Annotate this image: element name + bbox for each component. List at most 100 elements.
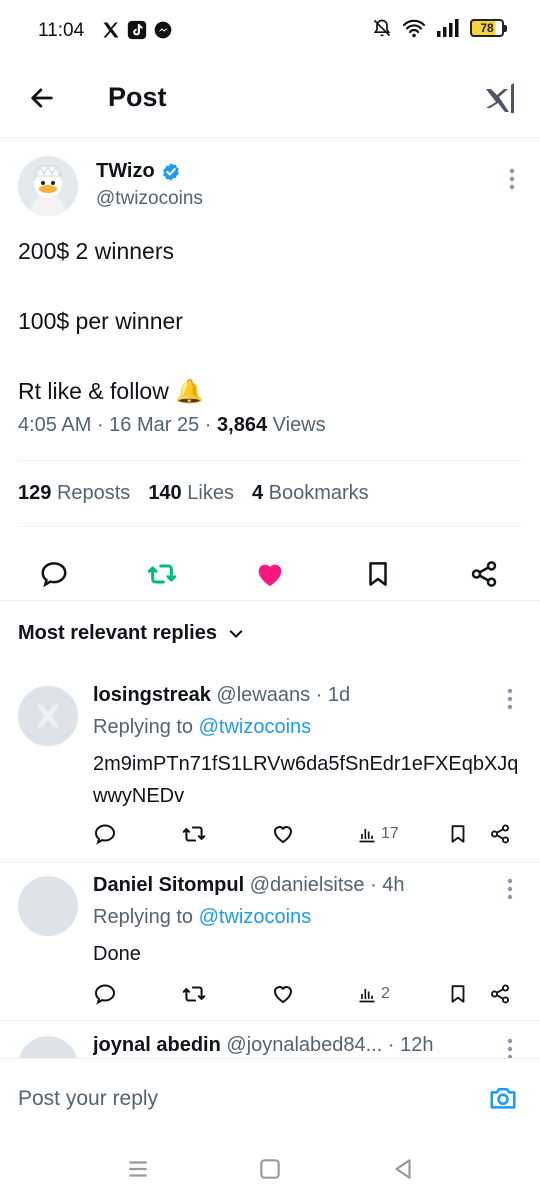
views-button[interactable]: 17 xyxy=(357,820,399,848)
replying-prefix: Replying to xyxy=(93,906,194,928)
replying-to: Replying to @twizocoins xyxy=(93,716,311,739)
duck-avatar-icon xyxy=(18,156,78,216)
bookmark-button[interactable] xyxy=(447,980,469,1008)
reply-views-count: 17 xyxy=(381,825,399,842)
reply-item[interactable]: joynal abedin @joynalabed84... · 12h xyxy=(0,1020,540,1058)
views-chart-icon xyxy=(359,989,375,1003)
like-button[interactable] xyxy=(254,558,286,590)
repost-button[interactable] xyxy=(181,980,207,1008)
grok-button[interactable] xyxy=(482,80,518,116)
reply-button[interactable] xyxy=(93,820,117,848)
chevron-down-icon xyxy=(229,629,243,638)
reply-header: Daniel Sitompul @danielsitse · 4h xyxy=(93,874,513,897)
reply-icon xyxy=(94,984,116,1005)
page-title: Post xyxy=(108,82,167,112)
views-count: 3,864 xyxy=(217,414,268,436)
bookmarks-stat[interactable]: 4 Bookmarks xyxy=(252,482,369,505)
heart-icon xyxy=(273,826,293,844)
share-icon xyxy=(471,561,497,587)
reply-button[interactable] xyxy=(93,980,117,1008)
camera-button[interactable] xyxy=(488,1083,518,1113)
author-handle[interactable]: @twizocoins xyxy=(96,188,203,210)
reply-avatar[interactable] xyxy=(18,876,78,936)
author-name[interactable]: TWizo xyxy=(96,160,181,183)
share-button[interactable] xyxy=(489,820,511,848)
reply-views-count: 2 xyxy=(381,985,390,1002)
bookmark-icon xyxy=(451,985,465,1003)
reply-author-name[interactable]: losingstreak xyxy=(93,684,211,706)
share-button[interactable] xyxy=(468,558,500,590)
replying-prefix: Replying to xyxy=(93,716,194,738)
more-options-icon[interactable] xyxy=(508,168,516,190)
like-button[interactable] xyxy=(271,820,295,848)
default-avatar-icon xyxy=(18,686,78,746)
like-button[interactable] xyxy=(271,980,295,1008)
bookmark-icon xyxy=(369,562,387,586)
share-icon xyxy=(491,984,509,1004)
reply-time: · 12h xyxy=(387,1034,434,1056)
post-timestamp: 4:05 AM · 16 Mar 25 · 3,864 Views xyxy=(18,414,326,436)
grok-icon xyxy=(486,83,514,113)
top-app-bar: Post xyxy=(0,60,540,138)
recent-apps-icon[interactable] xyxy=(125,1156,151,1182)
system-nav-bar xyxy=(0,1138,540,1200)
reply-avatar[interactable] xyxy=(18,1036,78,1058)
post-line: 100$ per winner xyxy=(18,308,183,334)
replies-sort-label: Most relevant replies xyxy=(18,622,217,644)
repost-button[interactable] xyxy=(146,558,178,590)
post-line: 200$ 2 winners xyxy=(18,238,174,264)
reply-author-name[interactable]: Daniel Sitompul xyxy=(93,874,244,896)
reposts-stat[interactable]: 129 Reposts xyxy=(18,482,130,505)
author-name-text: TWizo xyxy=(96,160,155,182)
back-triangle-icon[interactable] xyxy=(390,1156,416,1182)
reply-text: 2m9imPTn71fS1LRVw6da5fSnEdr1eFXEqbXJqwwy… xyxy=(93,753,519,807)
reply-author-handle[interactable]: @danielsitse xyxy=(250,874,365,896)
more-options-icon[interactable] xyxy=(506,1038,514,1058)
status-indicators: 78 xyxy=(372,18,507,38)
repost-button[interactable] xyxy=(181,820,207,848)
divider xyxy=(18,526,522,527)
replying-to: Replying to @twizocoins xyxy=(93,906,311,929)
more-options-icon[interactable] xyxy=(506,878,514,900)
reply-item[interactable]: losingstreak @lewaans · 1d Replying to @… xyxy=(0,666,540,862)
tiktok-icon xyxy=(127,20,147,40)
reply-time: · 4h xyxy=(370,874,405,896)
verified-badge-icon xyxy=(162,162,179,181)
home-icon[interactable] xyxy=(257,1156,283,1182)
replying-to-link[interactable]: @twizocoins xyxy=(199,906,312,928)
signal-icon xyxy=(437,19,459,37)
author-avatar[interactable] xyxy=(18,156,78,216)
reply-action-bar: 2 xyxy=(93,980,523,1012)
share-button[interactable] xyxy=(489,980,511,1008)
back-button[interactable] xyxy=(24,80,60,116)
bookmark-button[interactable] xyxy=(447,820,469,848)
reply-action-bar: 17 xyxy=(93,820,523,852)
battery-indicator: 78 xyxy=(470,19,507,37)
reply-button[interactable] xyxy=(38,558,70,590)
mute-icon xyxy=(373,19,391,37)
back-arrow-icon xyxy=(31,88,53,108)
divider xyxy=(18,460,522,461)
reply-avatar[interactable] xyxy=(18,686,78,746)
reply-icon xyxy=(94,824,116,845)
post-action-bar xyxy=(0,546,540,602)
views-button[interactable]: 2 xyxy=(357,980,390,1008)
bookmark-button[interactable] xyxy=(362,558,394,590)
reply-author-handle[interactable]: @joynalabed84... xyxy=(226,1034,382,1056)
more-options-icon[interactable] xyxy=(506,688,514,710)
reply-input[interactable]: Post your reply xyxy=(18,1087,158,1111)
reply-author-handle[interactable]: @lewaans xyxy=(216,684,310,706)
heart-icon xyxy=(273,986,293,1004)
reply-author-name[interactable]: joynal abedin xyxy=(93,1034,221,1056)
replies-sort-dropdown[interactable]: Most relevant replies xyxy=(18,622,245,645)
reply-header: joynal abedin @joynalabed84... · 12h xyxy=(93,1034,513,1057)
views-label: Views xyxy=(272,414,326,436)
x-icon xyxy=(103,22,119,38)
status-bar: 11:04 78 xyxy=(0,0,540,60)
reply-item[interactable]: Daniel Sitompul @danielsitse · 4h Replyi… xyxy=(0,862,540,1020)
replying-to-link[interactable]: @twizocoins xyxy=(199,716,312,738)
post-date: 16 Mar 25 xyxy=(109,414,200,436)
reply-compose-bar[interactable]: Post your reply xyxy=(0,1058,540,1138)
wifi-icon xyxy=(402,19,426,38)
likes-stat[interactable]: 140 Likes xyxy=(148,482,234,505)
